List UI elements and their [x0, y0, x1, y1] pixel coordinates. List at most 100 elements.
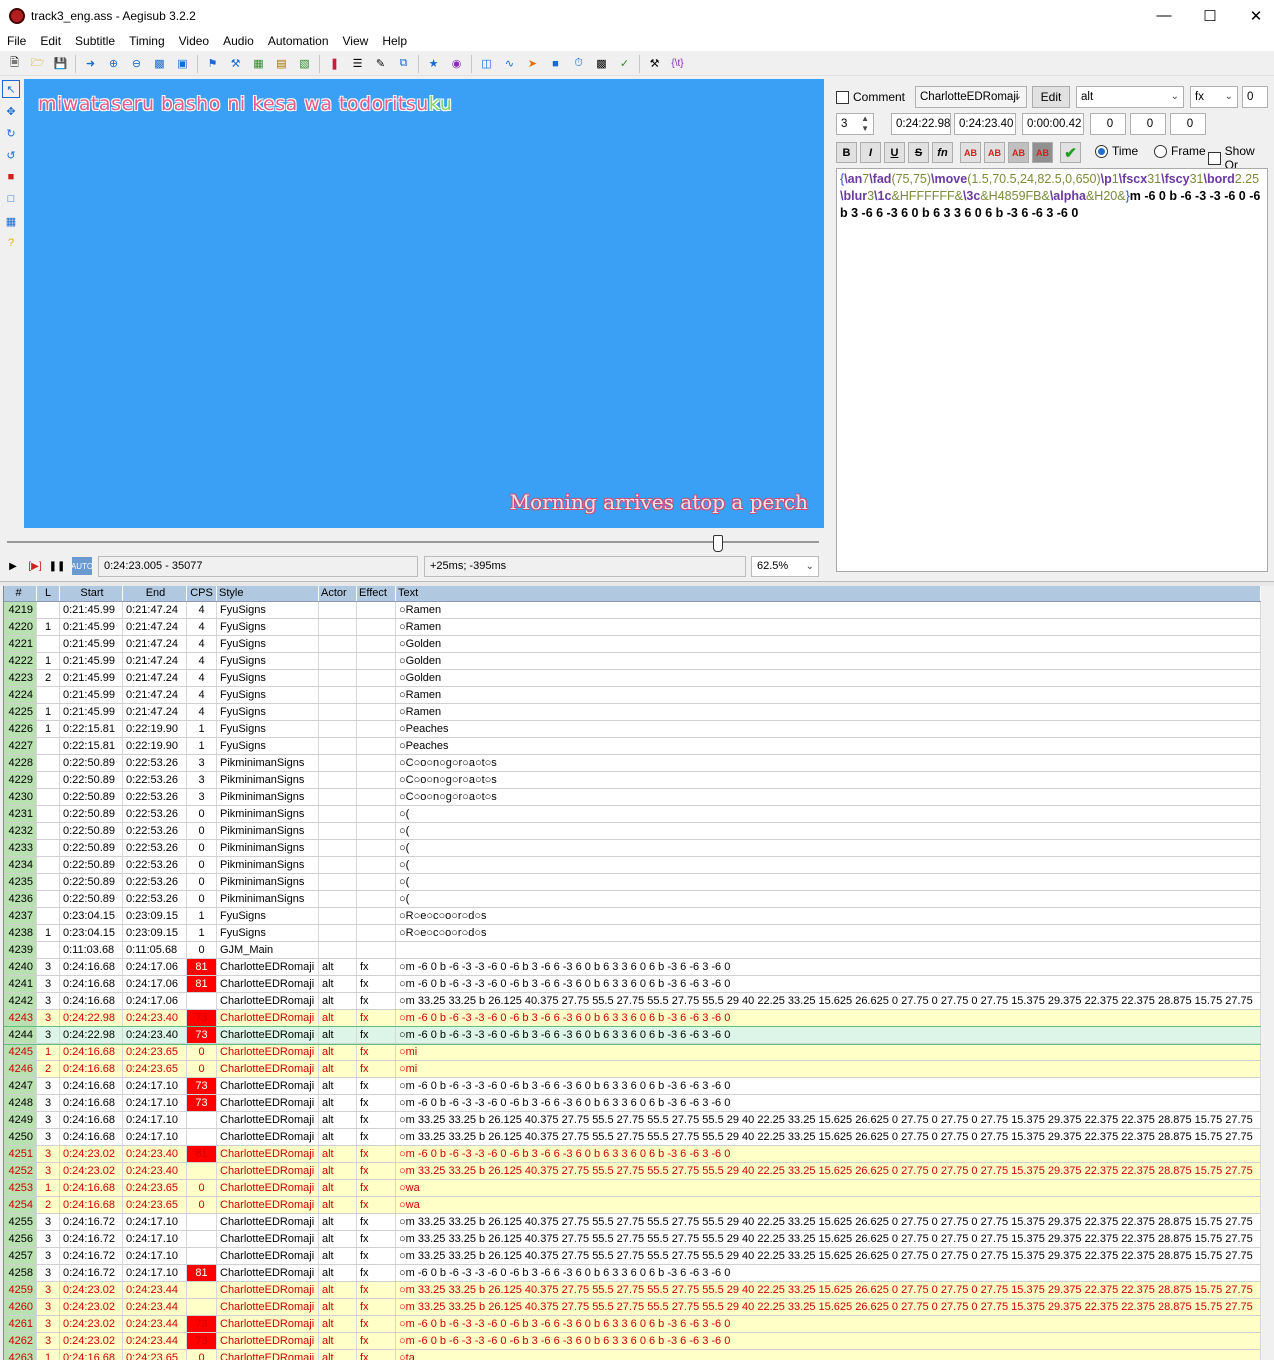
time-radio[interactable]: Time [1095, 144, 1138, 158]
scale-tool-icon[interactable]: ■ [2, 168, 20, 186]
table-row[interactable]: 4256 3 0:24:16.72 0:24:17.10 CharlotteEDRoma… [4, 1231, 1261, 1248]
video-properties-icon[interactable]: ▣ [174, 55, 192, 73]
options-icon[interactable]: ⚒ [646, 55, 664, 73]
end-time-field[interactable]: 0:24:23.40 [954, 113, 1016, 135]
seek-thumb[interactable] [713, 535, 723, 552]
styles-manager-icon[interactable]: ▦ [250, 55, 268, 73]
col-number[interactable]: # [4, 586, 37, 601]
frame-radio[interactable]: Frame [1154, 144, 1206, 158]
menu-audio[interactable]: Audio [216, 31, 261, 51]
table-row[interactable]: 4253 1 0:24:16.68 0:24:23.65 0 CharlotteEDRom… [4, 1180, 1261, 1197]
table-row[interactable]: 4262 3 0:24:23.02 0:24:23.44 73 CharlotteEDRo… [4, 1333, 1261, 1350]
shift-times-icon[interactable]: ◫ [478, 55, 496, 73]
table-row[interactable]: 4261 3 0:24:23.02 0:24:23.44 73 CharlotteEDRo… [4, 1316, 1261, 1333]
start-time-field[interactable]: 0:24:22.98 [891, 113, 951, 135]
rotate-z-tool-icon[interactable]: ↻ [2, 124, 20, 142]
tag-toggle-icon[interactable]: {\t} [669, 55, 687, 73]
table-row[interactable]: 4246 2 0:24:16.68 0:24:23.65 0 CharlotteEDRom… [4, 1061, 1261, 1078]
bold-button[interactable]: B [836, 142, 857, 163]
new-file-icon[interactable]: 🗎 [6, 55, 24, 73]
table-row[interactable]: 4226 1 0:22:15.81 0:22:19.90 1 FyuSigns ○Peach… [4, 721, 1261, 738]
table-row[interactable]: 4233 0:22:50.89 0:22:53.26 0 PikminimanSigns… [4, 840, 1261, 857]
table-row[interactable]: 4260 3 0:24:23.02 0:24:23.44 CharlotteEDRoma… [4, 1299, 1261, 1316]
subtitle-text-editor[interactable]: {\an7\fad(75,75)\move(1.5,70.5,24,82.5,0… [836, 168, 1268, 572]
table-row[interactable]: 4229 0:22:50.89 0:22:53.26 3 PikminimanSigns… [4, 772, 1261, 789]
outline-color-button[interactable]: AB [1008, 142, 1029, 163]
style-select[interactable]: CharlotteEDRomaji ⌄ [915, 86, 1027, 108]
table-row[interactable]: 4263 1 0:24:16.68 0:24:23.65 0 CharlotteEDRom… [4, 1350, 1261, 1360]
layer-spinner[interactable]: 3 ▲ ▼ [836, 113, 874, 135]
select-lines-icon[interactable]: ▩ [593, 55, 611, 73]
table-row[interactable]: 4250 3 0:24:16.68 0:24:17.10 CharlotteEDRoma… [4, 1129, 1261, 1146]
table-row[interactable]: 4240 3 0:24:16.68 0:24:17.06 81 CharlotteEDRo… [4, 959, 1261, 976]
table-row[interactable]: 4236 0:22:50.89 0:22:53.26 0 PikminimanSigns… [4, 891, 1261, 908]
table-row[interactable]: 4241 3 0:24:16.68 0:24:17.06 81 CharlotteEDRo… [4, 976, 1261, 993]
table-row[interactable]: 4255 3 0:24:16.72 0:24:17.10 CharlotteEDRoma… [4, 1214, 1261, 1231]
table-row[interactable]: 4222 1 0:21:45.99 0:21:47.24 4 FyuSigns ○Golde… [4, 653, 1261, 670]
margin-right-field[interactable]: 0 [1130, 113, 1166, 135]
attachments-icon[interactable]: ▤ [273, 55, 291, 73]
shift-forward-icon[interactable]: ➤ [524, 55, 542, 73]
duration-field[interactable]: 0:00:00.42 [1022, 113, 1084, 135]
pause-icon[interactable]: ❚❚ [49, 557, 66, 575]
kanji-timer-icon[interactable]: ★ [425, 55, 443, 73]
effect-input[interactable]: fx ⌄ [1190, 86, 1238, 108]
table-row[interactable]: 4248 3 0:24:16.68 0:24:17.10 73 CharlotteEDRo… [4, 1095, 1261, 1112]
edit-style-button[interactable]: Edit [1032, 86, 1070, 108]
menu-subtitle[interactable]: Subtitle [68, 31, 122, 51]
open-audio-icon[interactable]: ⚑ [204, 55, 222, 73]
snap-keyframe-icon[interactable]: ■ [547, 55, 565, 73]
commit-checkmark-icon[interactable]: ✔ [1060, 142, 1081, 163]
resample-resolution-icon[interactable]: ✎ [372, 55, 390, 73]
font-button[interactable]: fn [932, 142, 953, 163]
zoom-out-icon[interactable]: ⊖ [128, 55, 146, 73]
open-file-icon[interactable]: 🗁 [29, 55, 47, 73]
menu-timing[interactable]: Timing [122, 31, 172, 51]
spellcheck-icon[interactable]: ✓ [616, 55, 634, 73]
translation-assistant-icon[interactable]: ☰ [349, 55, 367, 73]
timer-icon[interactable]: ⏱ [570, 55, 588, 73]
underline-button[interactable]: U [884, 142, 905, 163]
drag-tool-icon[interactable]: ✥ [2, 102, 20, 120]
grid-scrollbar[interactable] [1262, 586, 1274, 1360]
open-video-icon[interactable]: ▩ [151, 55, 169, 73]
margin-left-field[interactable]: 0 [1090, 113, 1126, 135]
table-row[interactable]: 4232 0:22:50.89 0:22:53.26 0 PikminimanSigns… [4, 823, 1261, 840]
help-icon[interactable]: ? [2, 234, 20, 252]
menu-video[interactable]: Video [172, 31, 216, 51]
strikeout-button[interactable]: S [908, 142, 929, 163]
table-row[interactable]: 4257 3 0:24:16.72 0:24:17.10 CharlotteEDRoma… [4, 1248, 1261, 1265]
margin-vertical-field[interactable]: 0 [1170, 113, 1206, 135]
menu-edit[interactable]: Edit [33, 31, 68, 51]
menu-help[interactable]: Help [375, 31, 414, 51]
subtitle-grid[interactable]: # L Start End CPS Style Actor Effect Tex… [3, 586, 1261, 1360]
save-file-icon[interactable]: 💾 [52, 55, 70, 73]
table-row[interactable]: 4254 2 0:24:16.68 0:24:23.65 0 CharlotteEDRom… [4, 1197, 1261, 1214]
table-row[interactable]: 4234 0:22:50.89 0:22:53.26 0 PikminimanSigns… [4, 857, 1261, 874]
col-effect[interactable]: Effect [357, 586, 396, 601]
primary-color-button[interactable]: AB [960, 142, 981, 163]
table-row[interactable]: 4238 1 0:23:04.15 0:23:09.15 1 FyuSigns ○R○e○c… [4, 925, 1261, 942]
margin-top-field[interactable]: 0 [1242, 86, 1268, 108]
timing-postprocessor-icon[interactable]: ⧉ [395, 55, 413, 73]
close-icon[interactable]: ✕ [1233, 0, 1274, 31]
table-row[interactable]: 4243 3 0:24:22.98 0:24:23.40 73 CharlotteEDRo… [4, 1010, 1261, 1027]
table-row[interactable]: 4223 2 0:21:45.99 0:21:47.24 4 FyuSigns ○Golde… [4, 670, 1261, 687]
maximize-icon[interactable]: ☐ [1187, 0, 1233, 31]
fonts-collector-icon[interactable]: ▧ [296, 55, 314, 73]
menu-view[interactable]: View [336, 31, 376, 51]
comment-checkbox[interactable]: Comment [836, 90, 905, 104]
table-row[interactable]: 4244 3 0:24:22.98 0:24:23.40 73 CharlotteEDRo… [4, 1026, 1261, 1045]
snap-scene-icon[interactable]: ∿ [501, 55, 519, 73]
table-row[interactable]: 4220 1 0:21:45.99 0:21:47.24 4 FyuSigns ○Ramen [4, 619, 1261, 636]
video-seek-bar[interactable] [7, 541, 819, 543]
table-row[interactable]: 4242 3 0:24:16.68 0:24:17.06 CharlotteEDRoma… [4, 993, 1261, 1010]
table-row[interactable]: 4259 3 0:24:23.02 0:24:23.44 CharlotteEDRoma… [4, 1282, 1261, 1299]
clip-tool-icon[interactable]: □ [2, 190, 20, 208]
table-row[interactable]: 4235 0:22:50.89 0:22:53.26 0 PikminimanSigns… [4, 874, 1261, 891]
table-row[interactable]: 4231 0:22:50.89 0:22:53.26 0 PikminimanSigns… [4, 806, 1261, 823]
table-row[interactable]: 4251 3 0:24:23.02 0:24:23.40 81 CharlotteEDRo… [4, 1146, 1261, 1163]
col-text[interactable]: Text [396, 586, 1261, 601]
play-icon[interactable]: ▶ [6, 557, 20, 575]
video-time-display[interactable]: 0:24:23.005 - 35077 [98, 556, 418, 577]
